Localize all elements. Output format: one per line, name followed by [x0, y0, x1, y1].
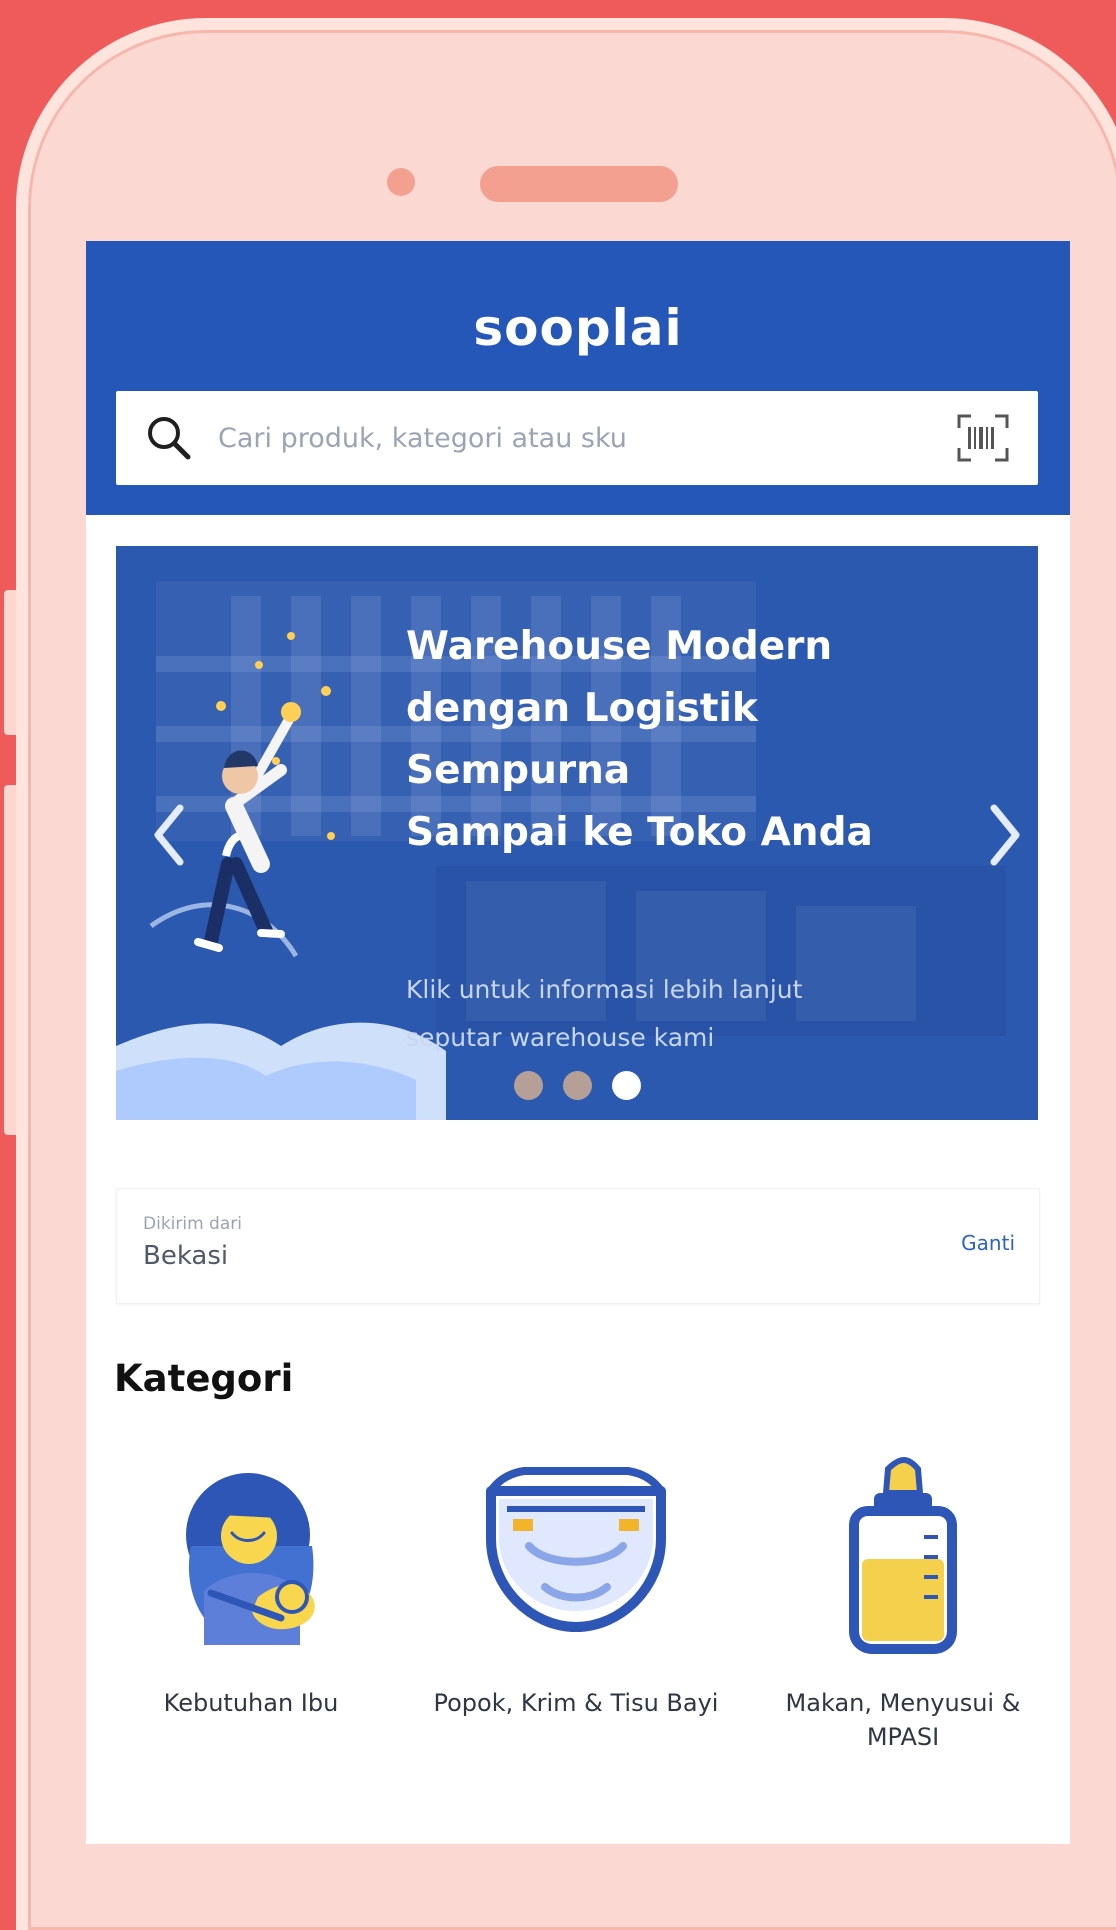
carousel-next-button[interactable] — [980, 800, 1026, 870]
banner-subtitle-line-1: Klik untuk informasi lebih lanjut — [406, 975, 803, 1004]
category-grid: Kebutuhan Ibu Popok, Krim & Tisu Bayi Ma… — [86, 1451, 1070, 1781]
category-popok-krim-tisu-bayi[interactable]: Popok, Krim & Tisu Bayi — [421, 1451, 731, 1781]
delivery-label: Dikirim dari — [143, 1214, 242, 1234]
carousel-dot-2[interactable] — [562, 1071, 592, 1100]
search-icon — [148, 417, 191, 460]
banner-subtitle-line-2: seputar warehouse kami — [406, 1023, 715, 1052]
baby-bottle-icon — [849, 1457, 957, 1654]
delivery-location-card: Dikirim dari Bekasi Ganti — [116, 1188, 1040, 1304]
category-makan-menyusui-mpasi[interactable]: Makan, Menyusui & MPASI — [748, 1451, 1058, 1781]
side-button-top — [4, 590, 16, 735]
chevron-right-icon — [990, 804, 1020, 866]
change-location-button[interactable]: Ganti — [961, 1231, 1015, 1255]
barcode-icon[interactable] — [956, 413, 1010, 463]
carousel-prev-button[interactable] — [148, 800, 194, 870]
banner-title-line-3: Sampai ke Toko Anda — [406, 810, 873, 855]
banner-title-line-1: Warehouse Modern — [406, 624, 833, 669]
category-label-makan-menyusui-mpasi: Makan, Menyusui & MPASI — [785, 1689, 1021, 1751]
chevron-left-icon — [154, 804, 184, 866]
promo-banner[interactable]: Warehouse Modern dengan Logistik Sempurn… — [116, 546, 1038, 1120]
category-kebutuhan-ibu[interactable]: Kebutuhan Ibu — [96, 1451, 406, 1781]
carousel-dots — [116, 1071, 1038, 1100]
side-button-bottom — [4, 785, 16, 1135]
category-label-kebutuhan-ibu: Kebutuhan Ibu — [163, 1689, 339, 1717]
delivery-city: Bekasi — [143, 1241, 229, 1271]
carousel-dot-1[interactable] — [513, 1071, 543, 1100]
app-header: sooplai — [86, 241, 1070, 515]
category-label-popok-krim-tisu-bayi: Popok, Krim & Tisu Bayi — [433, 1689, 719, 1717]
banner-title-line-2: dengan Logistik Sempurna — [406, 686, 758, 793]
front-camera — [387, 168, 415, 196]
mother-icon — [186, 1473, 315, 1645]
search-input[interactable] — [216, 415, 920, 461]
section-title: Kategori — [114, 1357, 294, 1400]
banner-title: Warehouse Modern dengan Logistik Sempurn… — [406, 616, 986, 864]
diaper-icon — [486, 1467, 666, 1632]
carousel-dot-3[interactable] — [611, 1071, 641, 1100]
phone-screen: sooplai Cari produk, kategori atau sku W… — [86, 241, 1070, 1844]
speaker-grille — [480, 166, 678, 202]
brand-logo: sooplai — [473, 299, 683, 357]
banner-subtitle: Klik untuk informasi lebih lanjut seputa… — [406, 966, 966, 1062]
search-bar[interactable] — [116, 391, 1038, 485]
